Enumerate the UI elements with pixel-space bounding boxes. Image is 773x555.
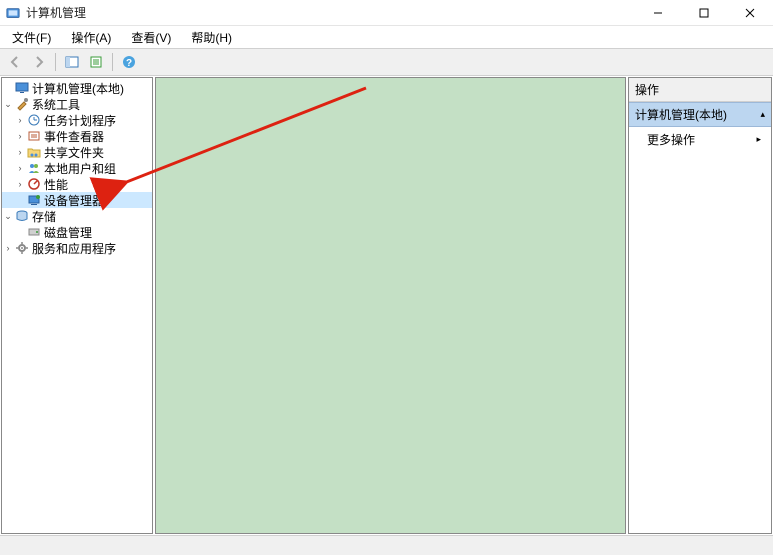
tree-node-system-tools[interactable]: ⌄ 系统工具 [2,96,152,112]
tree-label: 系统工具 [30,96,80,113]
window-controls [635,0,773,26]
tree-label: 事件查看器 [42,128,104,145]
actions-more-label: 更多操作 [647,131,695,148]
toolbar-separator [55,53,56,71]
back-button [4,51,26,73]
forward-button [28,51,50,73]
content-pane [155,77,626,534]
tree-label: 存储 [30,208,56,225]
properties-button[interactable] [85,51,107,73]
storage-icon [14,208,30,224]
status-bar [0,535,773,555]
tree-node-task-scheduler[interactable]: › 任务计划程序 [2,112,152,128]
tree-label: 任务计划程序 [42,112,116,129]
actions-section-title[interactable]: 计算机管理(本地) ▴ [629,102,771,127]
svg-text:?: ? [126,58,132,69]
toolbar: ? [0,48,773,76]
twisty-expanded-icon[interactable]: ⌄ [2,99,14,110]
tree-label: 计算机管理(本地) [30,80,124,97]
actions-more[interactable]: 更多操作 ▸ [629,127,771,152]
tools-icon [14,96,30,112]
tree-node-root[interactable]: ▾ 计算机管理(本地) [2,80,152,96]
show-hide-tree-button[interactable] [61,51,83,73]
tree-label: 性能 [42,176,68,193]
tree-label: 本地用户和组 [42,160,116,177]
twisty-collapsed-icon[interactable]: › [2,243,14,253]
title-bar: 计算机管理 [0,0,773,26]
disk-icon [26,224,42,240]
menu-action[interactable]: 操作(A) [63,27,119,48]
shared-folder-icon [26,144,42,160]
twisty-collapsed-icon[interactable]: › [14,179,26,189]
clock-icon [26,112,42,128]
users-icon [26,160,42,176]
computer-icon [14,80,30,96]
window-title: 计算机管理 [26,4,86,21]
tree-node-services-apps[interactable]: › 服务和应用程序 [2,240,152,256]
twisty-expanded-icon[interactable]: ⌄ [2,211,14,222]
minimize-button[interactable] [635,0,681,26]
tree-label: 设备管理器 [42,192,104,209]
close-button[interactable] [727,0,773,26]
caret-right-icon: ▸ [756,134,761,145]
services-icon [14,240,30,256]
tree-node-event-viewer[interactable]: › 事件查看器 [2,128,152,144]
tree-node-local-users[interactable]: › 本地用户和组 [2,160,152,176]
twisty-collapsed-icon[interactable]: › [14,147,26,157]
tree-node-shared-folders[interactable]: › 共享文件夹 [2,144,152,160]
title-bar-left: 计算机管理 [6,4,86,21]
toolbar-separator [112,53,113,71]
app-icon [6,6,20,20]
menu-file[interactable]: 文件(F) [4,27,59,48]
device-manager-icon [26,192,42,208]
twisty-collapsed-icon[interactable]: › [14,131,26,141]
actions-header: 操作 [629,78,771,102]
tree-node-disk-management[interactable]: · 磁盘管理 [2,224,152,240]
tree: ▾ 计算机管理(本地) ⌄ 系统工具 [2,80,152,256]
twisty-collapsed-icon[interactable]: › [14,163,26,173]
caret-up-icon: ▴ [760,109,765,120]
menu-bar: 文件(F) 操作(A) 查看(V) 帮助(H) [0,26,773,48]
event-icon [26,128,42,144]
tree-label: 共享文件夹 [42,144,104,161]
maximize-button[interactable] [681,0,727,26]
tree-node-performance[interactable]: › 性能 [2,176,152,192]
tree-node-device-manager[interactable]: · 设备管理器 [2,192,152,208]
tree-label: 磁盘管理 [42,224,92,241]
help-button[interactable]: ? [118,51,140,73]
performance-icon [26,176,42,192]
twisty-collapsed-icon[interactable]: › [14,115,26,125]
tree-pane[interactable]: ▾ 计算机管理(本地) ⌄ 系统工具 [1,77,153,534]
tree-label: 服务和应用程序 [30,240,116,257]
tree-node-storage[interactable]: ⌄ 存储 [2,208,152,224]
menu-view[interactable]: 查看(V) [123,27,179,48]
menu-help[interactable]: 帮助(H) [183,27,240,48]
panes: ▾ 计算机管理(本地) ⌄ 系统工具 [0,76,773,535]
actions-section-label: 计算机管理(本地) [635,106,727,123]
actions-pane: 操作 计算机管理(本地) ▴ 更多操作 ▸ [628,77,772,534]
